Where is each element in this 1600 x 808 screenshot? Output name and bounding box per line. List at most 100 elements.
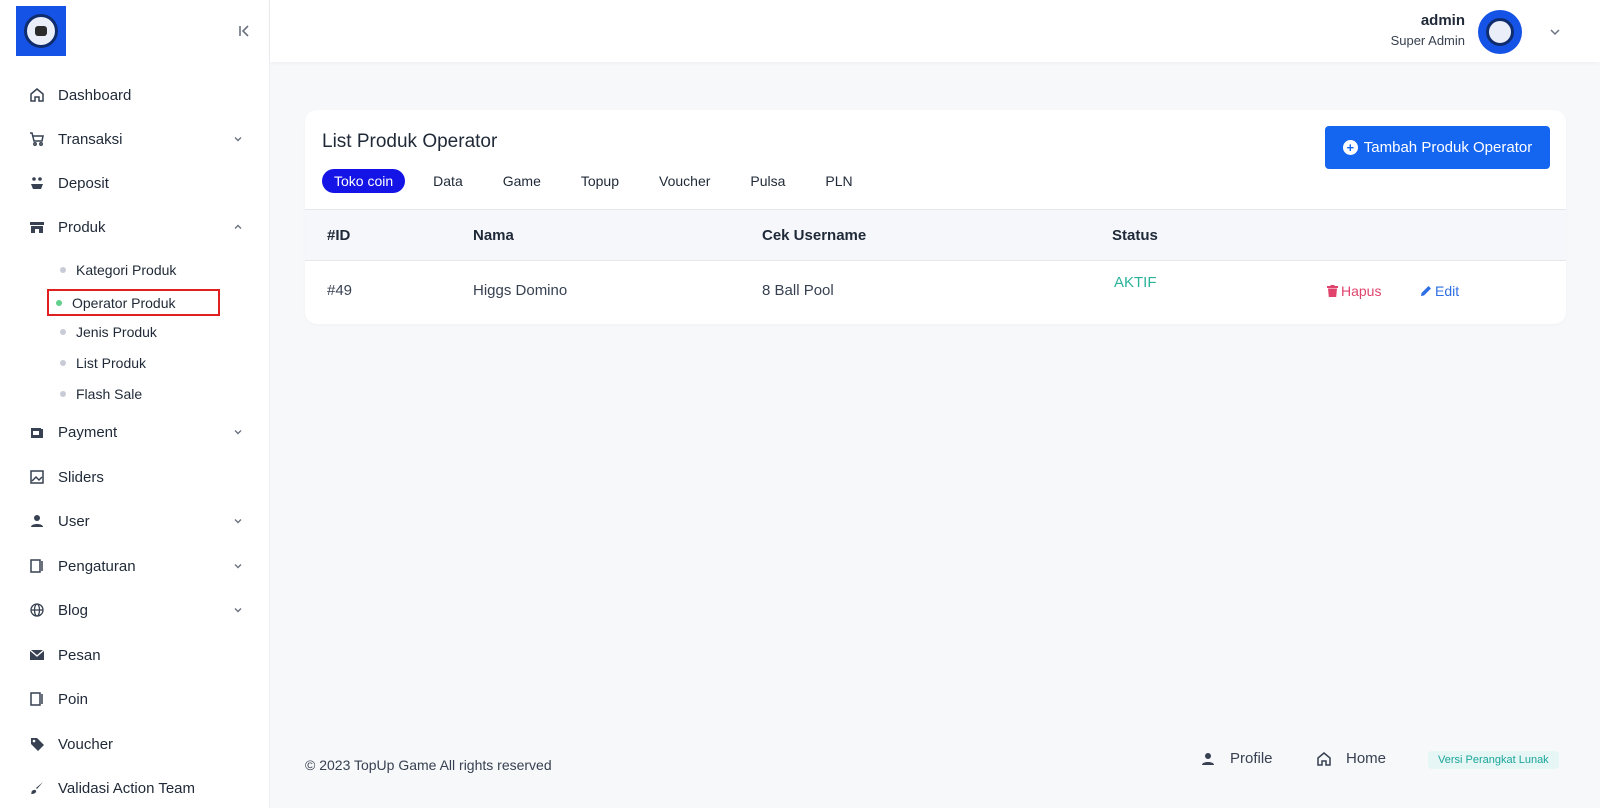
delete-label: Hapus bbox=[1341, 283, 1382, 299]
sidebar-item-validasi-action-team[interactable]: Validasi Action Team bbox=[28, 773, 244, 803]
sidebar-subitem-operator-produk[interactable]: Operator Produk bbox=[56, 291, 176, 315]
delete-button[interactable]: Hapus bbox=[1327, 283, 1381, 299]
sidebar-item-label: Pengaturan bbox=[58, 557, 136, 575]
user-role: Super Admin bbox=[1390, 33, 1465, 48]
globe-icon bbox=[28, 601, 46, 619]
home-icon bbox=[28, 86, 46, 104]
edit-button[interactable]: Edit bbox=[1420, 283, 1459, 299]
sidebar-item-dashboard[interactable]: Dashboard bbox=[28, 80, 244, 110]
sidebar-item-payment[interactable]: Payment bbox=[28, 417, 244, 447]
sidebar-subitem-flash-sale[interactable]: Flash Sale bbox=[60, 382, 142, 406]
sidebar-subitem-list-produk[interactable]: List Produk bbox=[60, 351, 146, 375]
sidebar-item-poin[interactable]: Poin bbox=[28, 684, 244, 714]
topbar: admin Super Admin bbox=[270, 0, 1600, 62]
sidebar-item-label: Voucher bbox=[58, 735, 114, 753]
avatar[interactable] bbox=[1478, 10, 1522, 54]
sidebar-item-label: Blog bbox=[58, 601, 89, 619]
wallet-icon bbox=[28, 423, 46, 441]
tab-pulsa[interactable]: Pulsa bbox=[738, 169, 797, 193]
sidebar-item-label: Payment bbox=[58, 423, 118, 441]
sidebar-item-produk[interactable]: Produk bbox=[28, 212, 244, 242]
sidebar-item-sliders[interactable]: Sliders bbox=[28, 462, 244, 492]
footer-home-link[interactable]: Home bbox=[1316, 750, 1386, 767]
cart-icon bbox=[28, 130, 46, 148]
sidebar-item-transaksi[interactable]: Transaksi bbox=[28, 124, 244, 154]
bullet-icon bbox=[60, 267, 66, 273]
cell-id: #49 bbox=[327, 282, 353, 299]
cell-cek-username: 8 Ball Pool bbox=[762, 282, 834, 299]
panel-icon bbox=[28, 557, 46, 575]
tag-icon bbox=[28, 735, 46, 753]
tab-topup[interactable]: Topup bbox=[569, 169, 631, 193]
sidebar-item-label: Transaksi bbox=[58, 130, 123, 148]
brush-icon bbox=[28, 779, 46, 797]
column-header-status: Status bbox=[1112, 227, 1158, 244]
sidebar-subitem-kategori-produk[interactable]: Kategori Produk bbox=[60, 258, 176, 282]
tab-toko-coin[interactable]: Toko coin bbox=[322, 169, 406, 193]
table-header: #ID Nama Cek Username Status bbox=[305, 209, 1566, 261]
sidebar-item-label: Produk bbox=[58, 218, 106, 236]
bullet-icon bbox=[60, 360, 66, 366]
sidebar-item-voucher[interactable]: Voucher bbox=[28, 729, 244, 759]
sidebar-item-label: Pesan bbox=[58, 646, 101, 664]
sidebar-subitem-label: Flash Sale bbox=[76, 386, 143, 402]
pencil-icon bbox=[1421, 286, 1431, 296]
plus-circle-icon: + bbox=[1342, 140, 1358, 155]
bullet-icon bbox=[56, 300, 62, 306]
product-operator-card: List Produk Operator Toko coin Data Game… bbox=[305, 110, 1566, 324]
category-tabs: Toko coin Data Game Topup Voucher Pulsa … bbox=[322, 169, 881, 193]
sidebar-item-label: User bbox=[58, 512, 90, 530]
status-badge: AKTIF bbox=[1114, 274, 1157, 291]
sidebar-item-label: Validasi Action Team bbox=[58, 779, 196, 797]
cell-nama: Higgs Domino bbox=[473, 282, 568, 299]
page-title: List Produk Operator bbox=[322, 131, 498, 152]
sidebar-subitem-label: List Produk bbox=[76, 355, 147, 371]
user-icon bbox=[1200, 751, 1216, 767]
image-icon bbox=[28, 468, 46, 486]
column-header-id: #ID bbox=[327, 227, 351, 244]
sidebar-item-label: Poin bbox=[58, 690, 89, 708]
app-logo[interactable] bbox=[16, 6, 66, 56]
tab-game[interactable]: Game bbox=[491, 169, 553, 193]
collapse-sidebar-icon[interactable] bbox=[236, 22, 254, 40]
add-product-operator-button[interactable]: + Tambah Produk Operator bbox=[1325, 126, 1550, 169]
chevron-down-icon bbox=[232, 425, 244, 437]
sidebar-item-pengaturan[interactable]: Pengaturan bbox=[28, 551, 244, 581]
sidebar-item-label: Dashboard bbox=[58, 86, 132, 104]
edit-label: Edit bbox=[1435, 283, 1460, 299]
sidebar-item-label: Sliders bbox=[58, 468, 104, 486]
sidebar-subitem-label: Kategori Produk bbox=[76, 262, 177, 278]
column-header-cek-username: Cek Username bbox=[762, 227, 867, 244]
chevron-down-icon[interactable] bbox=[1548, 25, 1562, 39]
sidebar-item-user[interactable]: User bbox=[28, 506, 244, 536]
chevron-down-icon bbox=[232, 603, 244, 615]
tab-data[interactable]: Data bbox=[421, 169, 475, 193]
add-button-label: Tambah Produk Operator bbox=[1363, 139, 1533, 156]
copyright-text: © 2023 TopUp Game All rights reserved bbox=[305, 757, 552, 773]
footer-home-label: Home bbox=[1346, 750, 1387, 767]
home-icon bbox=[1316, 751, 1332, 767]
tab-voucher[interactable]: Voucher bbox=[647, 169, 722, 193]
footer-profile-link[interactable]: Profile bbox=[1200, 750, 1273, 767]
store-icon bbox=[28, 218, 46, 236]
version-badge: Versi Perangkat Lunak bbox=[1428, 751, 1559, 769]
mail-icon bbox=[28, 646, 46, 664]
bullet-icon bbox=[60, 329, 66, 335]
sidebar-item-pesan[interactable]: Pesan bbox=[28, 640, 244, 670]
chevron-down-icon bbox=[232, 514, 244, 526]
trash-icon bbox=[1327, 285, 1338, 297]
column-header-nama: Nama bbox=[473, 227, 514, 244]
footer-profile-label: Profile bbox=[1230, 750, 1273, 767]
user-name: admin bbox=[1420, 12, 1465, 29]
chevron-down-icon bbox=[232, 132, 244, 144]
sidebar-subitem-label: Operator Produk bbox=[72, 295, 176, 311]
sidebar-subitem-label: Jenis Produk bbox=[76, 324, 157, 340]
chevron-down-icon bbox=[232, 559, 244, 571]
sidebar-subitem-jenis-produk[interactable]: Jenis Produk bbox=[60, 320, 157, 344]
sidebar: Dashboard Transaksi Deposit Produk Kateg… bbox=[0, 0, 270, 808]
user-info[interactable]: admin Super Admin bbox=[1391, 12, 1465, 48]
sidebar-item-blog[interactable]: Blog bbox=[28, 595, 244, 625]
sidebar-item-deposit[interactable]: Deposit bbox=[28, 168, 244, 198]
tab-pln[interactable]: PLN bbox=[813, 169, 864, 193]
panel-icon bbox=[28, 690, 46, 708]
